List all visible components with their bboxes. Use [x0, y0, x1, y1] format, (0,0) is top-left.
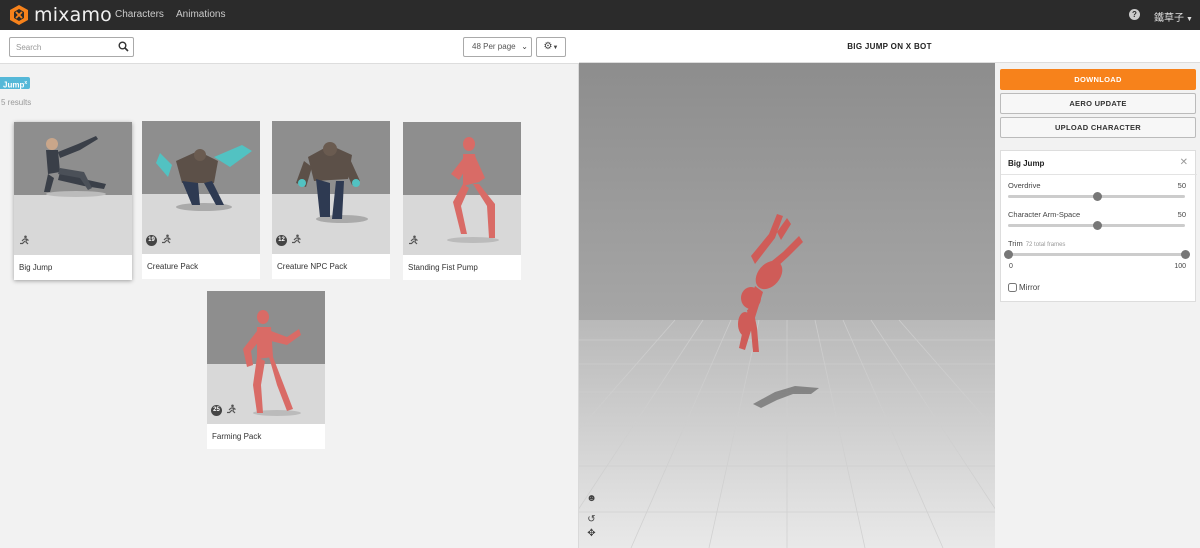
trim-label: Trim 72 total frames — [1008, 239, 1065, 248]
overdrive-slider[interactable] — [1008, 192, 1185, 201]
card-label: Big Jump — [19, 263, 53, 272]
trim-end-thumb[interactable] — [1181, 250, 1190, 259]
card-thumbnail — [403, 122, 521, 255]
animation-pack-card[interactable]: 19 Creature Pack — [142, 121, 268, 287]
arm-space-slider[interactable] — [1008, 221, 1185, 230]
run-icon — [227, 404, 236, 414]
chevron-down-icon: ▼ — [552, 45, 559, 51]
filter-tag-label: Jump — [3, 80, 25, 90]
gear-icon: ⚙ — [543, 41, 553, 52]
user-name: 鐵草子 — [1154, 13, 1184, 24]
trim-min: 0 — [1009, 263, 1013, 270]
trim-slider[interactable] — [1004, 250, 1190, 259]
settings-button[interactable]: ⚙▼ — [536, 37, 566, 57]
search-box — [9, 37, 134, 57]
filter-tag[interactable]: Jumpx — [0, 77, 31, 90]
help-icon[interactable]: ? — [1129, 9, 1140, 20]
slider-thumb[interactable] — [1092, 192, 1102, 201]
run-icon — [292, 234, 301, 244]
divider — [1001, 174, 1197, 175]
card-label: Standing Fist Pump — [408, 263, 478, 272]
run-icon — [162, 234, 171, 244]
mixamo-logo[interactable]: mixamo — [8, 4, 112, 26]
3d-viewport[interactable] — [579, 30, 995, 548]
overdrive-value: 50 — [1177, 181, 1186, 190]
mirror-option[interactable]: Mirror — [1008, 283, 1040, 292]
filter-tag-close[interactable]: x — [24, 80, 27, 86]
browser-toolbar: 48 Per page ⌄ ⚙▼ — [0, 30, 579, 64]
search-input[interactable] — [10, 38, 110, 56]
card-label: Creature NPC Pack — [277, 262, 348, 271]
logo-text: mixamo — [34, 4, 113, 26]
animation-pack-card[interactable]: 25 Farming Pack — [207, 291, 333, 457]
reset-icon[interactable]: ↺ — [586, 514, 597, 525]
trim-frames: 72 total frames — [1025, 242, 1066, 248]
search-icon[interactable] — [118, 41, 129, 52]
animation-card[interactable]: Standing Fist Pump — [403, 122, 521, 280]
viewport-title: BIG JUMP ON X BOT — [847, 42, 932, 51]
close-icon[interactable]: ✕ — [1180, 157, 1188, 168]
top-nav: mixamo Characters Animations ? 鐵草子 ▼ — [0, 0, 1200, 30]
animation-parameters: Big Jump ✕ Overdrive 50 Character Arm-Sp… — [1000, 150, 1197, 302]
run-icon — [409, 235, 418, 245]
user-menu[interactable]: 鐵草子 ▼ — [1154, 9, 1193, 24]
per-page-select[interactable]: 48 Per page ⌄ — [463, 37, 532, 57]
pack-count-badge: 12 — [276, 235, 287, 246]
trim-label-text: Trim — [1008, 239, 1023, 248]
viewport-header: BIG JUMP ON X BOT — [579, 30, 1200, 63]
arm-space-value: 50 — [1177, 210, 1186, 219]
upload-character-button[interactable]: UPLOAD CHARACTER — [1000, 117, 1196, 138]
chevron-down-icon: ▼ — [1186, 16, 1193, 23]
per-page-value: 48 Per page — [472, 42, 516, 51]
chevron-down-icon: ⌄ — [521, 42, 528, 51]
mirror-checkbox[interactable] — [1008, 283, 1017, 292]
nav-characters[interactable]: Characters — [115, 9, 164, 20]
pack-count-badge: 25 — [211, 405, 222, 416]
run-icon — [20, 235, 29, 245]
mirror-label: Mirror — [1019, 283, 1040, 292]
nav-animations[interactable]: Animations — [176, 9, 225, 20]
move-icon[interactable]: ✥ — [586, 528, 597, 539]
results-count: 5 results — [1, 98, 32, 107]
pack-count-badge: 19 — [146, 235, 157, 246]
mixamo-logo-icon — [10, 5, 28, 25]
download-button[interactable]: DOWNLOAD — [1000, 69, 1196, 90]
slider-thumb[interactable] — [1092, 221, 1102, 230]
animation-pack-card[interactable]: 12 Creature NPC Pack — [272, 121, 398, 287]
overdrive-label: Overdrive — [1008, 181, 1041, 190]
animation-browser: 48 Per page ⌄ ⚙▼ Jumpx 5 results — [0, 30, 579, 548]
aero-update-button[interactable]: AERO UPDATE — [1000, 93, 1196, 114]
animation-title: Big Jump — [1008, 159, 1045, 168]
arm-space-label: Character Arm-Space — [1008, 210, 1081, 219]
trim-start-thumb[interactable] — [1004, 250, 1013, 259]
face-icon[interactable]: ☻ — [586, 493, 597, 504]
card-label: Farming Pack — [212, 432, 262, 441]
animation-card[interactable]: Big Jump — [14, 122, 132, 280]
card-label: Creature Pack — [147, 262, 199, 271]
card-thumbnail — [14, 122, 132, 255]
animation-settings-panel: DOWNLOAD AERO UPDATE UPLOAD CHARACTER Bi… — [995, 63, 1200, 548]
trim-max: 100 — [1174, 263, 1186, 270]
